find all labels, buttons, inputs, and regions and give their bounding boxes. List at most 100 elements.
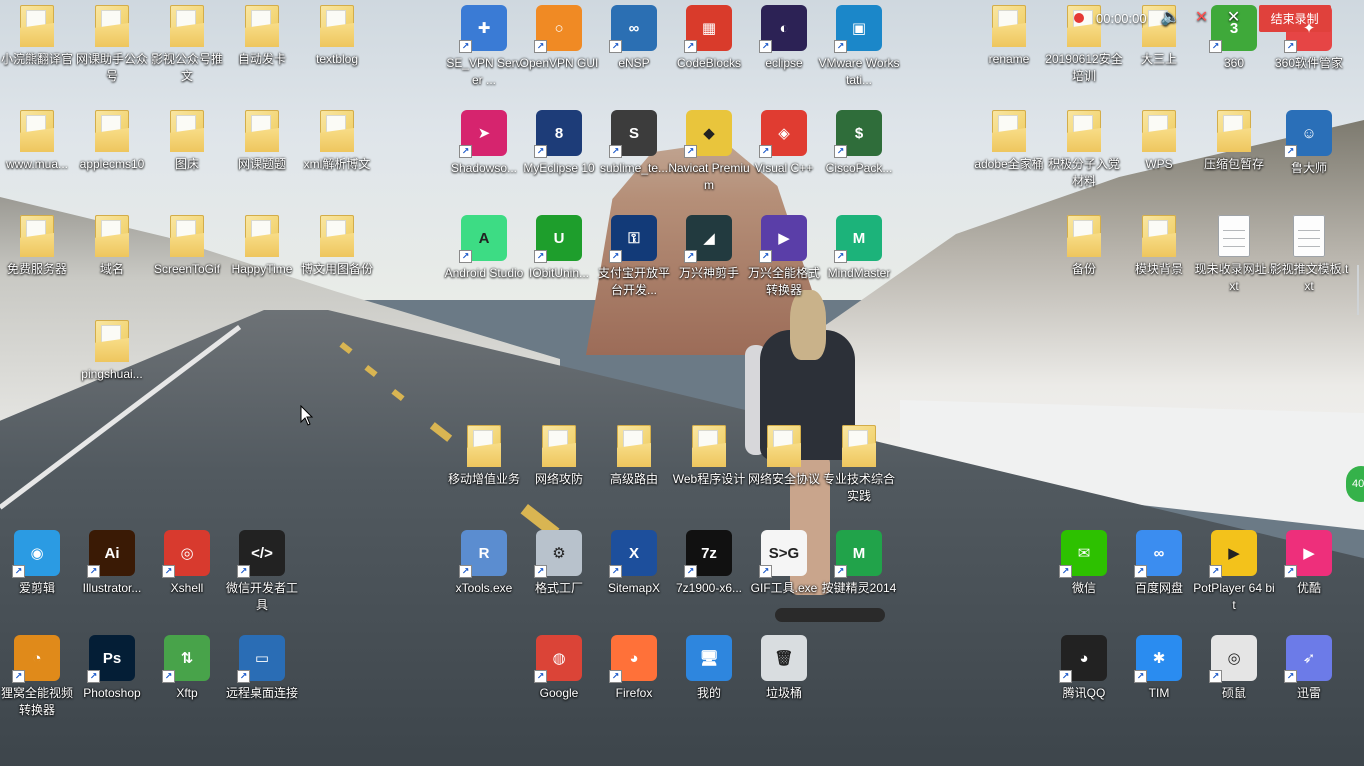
- desktop-icon-lieshou-video[interactable]: ◔ ↗ 狸窝全能视频转换器: [0, 635, 76, 719]
- side-floating-badge[interactable]: 40: [1346, 466, 1364, 502]
- desktop-icon-folder-yasuobao[interactable]: 压缩包暂存: [1195, 110, 1273, 173]
- shortcut-arrow-icon: ↗: [834, 40, 847, 53]
- desktop-icon-label: rename: [988, 52, 1030, 66]
- desktop-icon-wechat-devtools[interactable]: </> ↗ 微信开发者工具: [223, 530, 301, 614]
- desktop-icon-folder-xml-jiexi[interactable]: xml解析博文: [298, 110, 376, 173]
- desktop-icon-xshell[interactable]: ◎ ↗ Xshell: [148, 530, 226, 597]
- recycle-bin-icon: 🗑: [761, 635, 807, 681]
- desktop-icon-folder-xiaowanxiong[interactable]: 小浣熊翻译官: [0, 5, 76, 68]
- desktop-icon-myeclipse[interactable]: 8 ↗ MyEclipse 10: [520, 110, 598, 177]
- desktop-icon-codeblocks[interactable]: ▦ ↗ CodeBlocks: [670, 5, 748, 72]
- desktop-icon-eclipse[interactable]: ◐ ↗ eclipse: [745, 5, 823, 72]
- desktop-icon-ludashi[interactable]: ☺ ↗ 鲁大师: [1270, 110, 1348, 177]
- desktop-icon-folder-zidong-faka[interactable]: 自动发卡: [223, 5, 301, 68]
- desktop-icon-folder-wps[interactable]: WPS: [1120, 110, 1198, 173]
- desktop-icon-recycle-bin[interactable]: 🗑 垃圾桶: [745, 635, 823, 702]
- desktop-icon-folder-jiji-fenzi[interactable]: 积极分子入党材料: [1045, 110, 1123, 190]
- desktop-icon-sublime[interactable]: S ↗ sublime_te...: [595, 110, 673, 177]
- desktop-icon-folder-web-chengxu[interactable]: Web程序设计: [670, 425, 748, 488]
- desktop-icon-label: Shadowso...: [450, 161, 518, 175]
- desktop-icon-label: www.mua...: [5, 157, 68, 171]
- desktop-icon-label: Navicat Premium: [668, 161, 750, 192]
- desktop-icon-anjian-jingling[interactable]: M ↗ 按键精灵2014: [820, 530, 898, 597]
- desktop-icon-label: VMware Workstati...: [818, 56, 900, 87]
- shortcut-arrow-icon: ↗: [459, 40, 472, 53]
- navicat-icon: ◆ ↗: [684, 110, 732, 158]
- desktop-icon-xtools[interactable]: R ↗ xTools.exe: [445, 530, 523, 597]
- desktop-icon-geshi-gongchang[interactable]: ⚙ ↗ 格式工厂: [520, 530, 598, 597]
- desktop-icon-google-chrome[interactable]: ◍ ↗ Google: [520, 635, 598, 702]
- desktop-icon-folder-textblog[interactable]: textblog: [298, 5, 376, 68]
- desktop-icon-folder-wwwmua[interactable]: www.mua...: [0, 110, 76, 173]
- folder-icon: [1142, 215, 1176, 257]
- desktop-icon-iobit[interactable]: U ↗ IObitUnin...: [520, 215, 598, 282]
- desktop-icon-baidu-netdisk[interactable]: ∞ ↗ 百度网盘: [1120, 530, 1198, 597]
- desktop-icon-file-yingshi-tuiwen[interactable]: 影视推文模板.txt: [1270, 215, 1348, 295]
- desktop-icon-ensp[interactable]: ∞ ↗ eNSP: [595, 5, 673, 72]
- volume-icon[interactable]: 🔈: [1161, 9, 1181, 27]
- desktop-icon-folder-yingshi-gongzhonghao[interactable]: 影视公众号推文: [148, 5, 226, 85]
- desktop-icon-filmora[interactable]: ◢ ↗ 万兴神剪手: [670, 215, 748, 282]
- desktop-icon-youku[interactable]: ▶ ↗ 优酷: [1270, 530, 1348, 597]
- desktop-icon-folder-rename[interactable]: rename: [970, 5, 1048, 68]
- desktop-icon-label: MyEclipse 10: [523, 161, 595, 175]
- desktop-icon-7zip[interactable]: 7z ↗ 7z1900-x6...: [670, 530, 748, 597]
- desktop-icon-visual-cpp[interactable]: ◈ ↗ Visual C++: [745, 110, 823, 177]
- desktop-icon-alipay-open[interactable]: ⚿ ↗ 支付宝开放平台开发...: [595, 215, 673, 299]
- desktop-icon-wondershare-converter[interactable]: ▶ ↗ 万兴全能格式转换器: [745, 215, 823, 299]
- desktop-icon-mindmaster[interactable]: M ↗ MindMaster: [820, 215, 898, 282]
- desktop-icon-xftp[interactable]: ⇅ ↗ Xftp: [148, 635, 226, 702]
- desktop-icon-illustrator[interactable]: Ai ↗ Illustrator...: [73, 530, 151, 597]
- desktop-icon-folder-wangke-tiku[interactable]: 网课题题: [223, 110, 301, 173]
- desktop-icon-folder-zhuanye-jishu[interactable]: 专业技术综合实践: [820, 425, 898, 505]
- openvpn-icon: ○ ↗: [534, 5, 582, 53]
- desktop-icon-vmware[interactable]: ▣ ↗ VMware Workstati...: [818, 5, 900, 89]
- desktop-icon-shuoshu[interactable]: ◎ ↗ 硕鼠: [1195, 635, 1273, 702]
- desktop-icon-folder-applecms10[interactable]: applecms10: [73, 110, 151, 173]
- desktop-icon-folder-wangluo-gongfang[interactable]: 网络攻防: [520, 425, 598, 488]
- desktop-icon-folder-wangluo-anquan[interactable]: 网络安全协议: [745, 425, 823, 488]
- potplayer-icon: ▶ ↗: [1209, 530, 1257, 578]
- desktop-icon-sitemapx[interactable]: X ↗ SitemapX: [595, 530, 673, 597]
- desktop-icon-remote-desktop[interactable]: ▭ ↗ 远程桌面连接: [223, 635, 301, 702]
- desktop-icon-folder-mokuai-beijing[interactable]: 模块背景: [1120, 215, 1198, 278]
- visual-cpp-icon: ◈ ↗: [759, 110, 807, 158]
- desktop-icon-label: 域名: [99, 262, 124, 276]
- desktop-icon-folder-beifen[interactable]: 备份: [1045, 215, 1123, 278]
- desktop-icon-folder-wangke-zhushou[interactable]: 网课助手公众号: [73, 5, 151, 85]
- end-recording-button[interactable]: 结束录制: [1258, 4, 1331, 32]
- desktop-icon-folder-bowen-yongtu[interactable]: 博文用图备份: [298, 215, 376, 278]
- desktop-icon-potplayer[interactable]: ▶ ↗ PotPlayer 64 bit: [1193, 530, 1275, 614]
- desktop-icon-firefox[interactable]: ◕ ↗ Firefox: [595, 635, 673, 702]
- desktop-icon-shadowsocks[interactable]: ➤ ↗ Shadowso...: [445, 110, 523, 177]
- desktop-icon-folder-gaoji-luyou[interactable]: 高级路由: [595, 425, 673, 488]
- desktop-icon-aijianji[interactable]: ◉ ↗ 爱剪辑: [0, 530, 76, 597]
- desktop-icon-wechat[interactable]: ✉ ↗ 微信: [1045, 530, 1123, 597]
- desktop-icon-folder-pingshuai[interactable]: pingshuai...: [73, 320, 151, 383]
- desktop-icon-file-xianweishoulu[interactable]: 现未收录网址.txt: [1195, 215, 1273, 295]
- desktop-icon-folder-yuming[interactable]: 域名: [73, 215, 151, 278]
- desktop-icon-tim[interactable]: ✱ ↗ TIM: [1120, 635, 1198, 702]
- desktop-icon-folder-adobe[interactable]: adobe全家桶: [970, 110, 1048, 173]
- alipay-open-icon: ⚿ ↗: [609, 215, 657, 263]
- desktop-icon-folder-mianfei-fuwuqi[interactable]: 免费服务器: [0, 215, 76, 278]
- desktop-icon-gif-tool[interactable]: S>G ↗ GIF工具.exe: [745, 530, 823, 597]
- desktop-icon-ciscopacket[interactable]: $ ↗ CiscoPack...: [820, 110, 898, 177]
- desktop-icon-xunlei[interactable]: ➶ ↗ 迅雷: [1270, 635, 1348, 702]
- desktop-icon-folder-happytime[interactable]: HappyTime: [223, 215, 301, 278]
- desktop-icon-tencent-qq[interactable]: ◕ ↗ 腾讯QQ: [1045, 635, 1123, 702]
- desktop-icon-folder-yidong-zengzhi[interactable]: 移动增值业务: [445, 425, 523, 488]
- desktop-icon-label: CodeBlocks: [676, 56, 742, 70]
- desktop-icon-photoshop[interactable]: Ps ↗ Photoshop: [73, 635, 151, 702]
- folder-icon: [1067, 215, 1101, 257]
- desktop-icon-folder-tuchuang[interactable]: 图床: [148, 110, 226, 173]
- desktop-icon-se-vpn[interactable]: ✚ ↗ SE_VPN Server ...: [445, 5, 523, 89]
- desktop-icon-my-computer[interactable]: 🖥 我的: [670, 635, 748, 702]
- desktop-icon-android-studio[interactable]: A ↗ Android Studio: [445, 215, 523, 282]
- shortcut-arrow-icon: ↗: [237, 670, 250, 683]
- desktop-icon-navicat[interactable]: ◆ ↗ Navicat Premium: [668, 110, 750, 194]
- vmware-icon: ▣ ↗: [834, 5, 882, 53]
- microphone-muted-icon[interactable]: ✕: [1193, 9, 1211, 27]
- desktop-icon-openvpn[interactable]: ○ ↗ OpenVPN GUI: [520, 5, 598, 72]
- desktop-icon-folder-screentogif[interactable]: ScreenToGif: [148, 215, 226, 278]
